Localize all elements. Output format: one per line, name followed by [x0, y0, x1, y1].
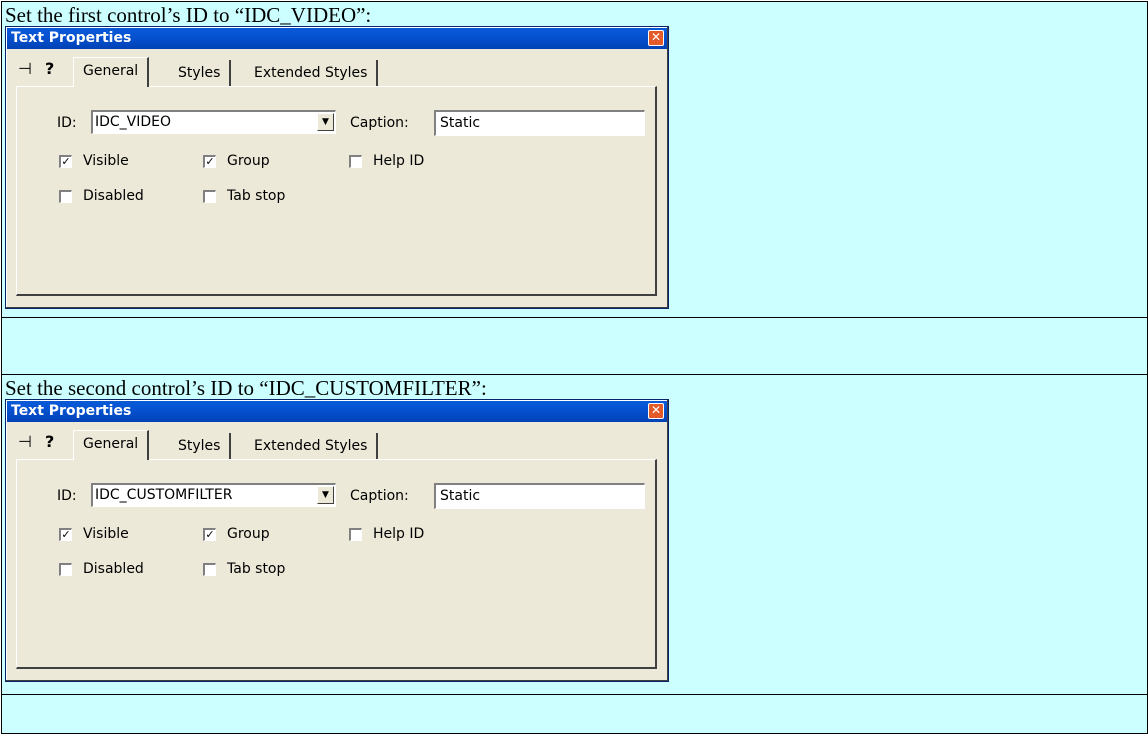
help-id-checkbox[interactable] [349, 155, 362, 168]
tab-general[interactable]: General [73, 57, 150, 87]
chevron-down-icon[interactable]: ▼ [317, 113, 334, 131]
tab-stop-checkbox[interactable] [203, 190, 216, 203]
tab-strip: ⊣ ? General Styles Extended Styles [15, 57, 655, 87]
text-properties-dialog: Text Properties ✕ ⊣ ? General Styles Ext… [5, 26, 669, 309]
title-bar[interactable]: Text Properties ✕ [7, 28, 667, 49]
visible-label: Visible [83, 526, 129, 542]
tab-stop-label: Tab stop [227, 188, 286, 204]
tab-extended-styles[interactable]: Extended Styles [245, 433, 379, 460]
table-row [2, 694, 1147, 734]
pushpin-icon[interactable]: ⊣ [18, 432, 32, 451]
instruction-text: Set the first control’s ID to “IDC_VIDEO… [5, 3, 372, 27]
document-table: Set the first control’s ID to “IDC_VIDEO… [1, 1, 1148, 734]
id-combobox[interactable]: IDC_VIDEO ▼ [91, 110, 336, 134]
id-label: ID: [57, 488, 77, 504]
group-checkbox[interactable]: ✓ [203, 155, 216, 168]
help-id-label: Help ID [373, 153, 425, 169]
tab-extended-styles[interactable]: Extended Styles [245, 60, 379, 87]
caption-label: Caption: [350, 115, 409, 131]
caption-value: Static [440, 115, 481, 131]
tab-general[interactable]: General [73, 430, 150, 460]
group-label: Group [227, 526, 270, 542]
caption-label: Caption: [350, 488, 409, 504]
chevron-down-icon[interactable]: ▼ [317, 486, 334, 504]
visible-label: Visible [83, 153, 129, 169]
tab-styles[interactable]: Styles [169, 60, 232, 87]
table-row [2, 317, 1147, 374]
tab-stop-checkbox[interactable] [203, 563, 216, 576]
help-icon[interactable]: ? [45, 432, 54, 451]
dialog-title: Text Properties [11, 403, 132, 419]
close-icon[interactable]: ✕ [648, 403, 664, 419]
tab-styles[interactable]: Styles [169, 433, 232, 460]
pushpin-icon[interactable]: ⊣ [18, 59, 32, 78]
group-label: Group [227, 153, 270, 169]
disabled-label: Disabled [83, 188, 144, 204]
general-panel: ID: IDC_VIDEO ▼ Caption: Static ✓ Visibl… [16, 86, 657, 296]
help-id-label: Help ID [373, 526, 425, 542]
disabled-checkbox[interactable] [59, 190, 72, 203]
visible-checkbox[interactable]: ✓ [59, 155, 72, 168]
close-icon[interactable]: ✕ [648, 30, 664, 46]
id-label: ID: [57, 115, 77, 131]
visible-checkbox[interactable]: ✓ [59, 528, 72, 541]
caption-field[interactable]: Static [434, 110, 645, 136]
caption-field[interactable]: Static [434, 483, 645, 509]
caption-value: Static [440, 488, 481, 504]
instruction-text: Set the second control’s ID to “IDC_CUST… [5, 376, 487, 400]
table-row: Set the second control’s ID to “IDC_CUST… [2, 374, 1147, 694]
disabled-label: Disabled [83, 561, 144, 577]
group-checkbox[interactable]: ✓ [203, 528, 216, 541]
title-bar[interactable]: Text Properties ✕ [7, 401, 667, 422]
id-value: IDC_CUSTOMFILTER [95, 487, 233, 503]
help-id-checkbox[interactable] [349, 528, 362, 541]
disabled-checkbox[interactable] [59, 563, 72, 576]
dialog-title: Text Properties [11, 30, 132, 46]
general-panel: ID: IDC_CUSTOMFILTER ▼ Caption: Static ✓… [16, 459, 657, 669]
table-row: Set the first control’s ID to “IDC_VIDEO… [2, 2, 1147, 317]
tab-stop-label: Tab stop [227, 561, 286, 577]
id-combobox[interactable]: IDC_CUSTOMFILTER ▼ [91, 483, 336, 507]
text-properties-dialog: Text Properties ✕ ⊣ ? General Styles Ext… [5, 399, 669, 682]
help-icon[interactable]: ? [45, 59, 54, 78]
tab-strip: ⊣ ? General Styles Extended Styles [15, 430, 655, 460]
id-value: IDC_VIDEO [95, 114, 172, 130]
